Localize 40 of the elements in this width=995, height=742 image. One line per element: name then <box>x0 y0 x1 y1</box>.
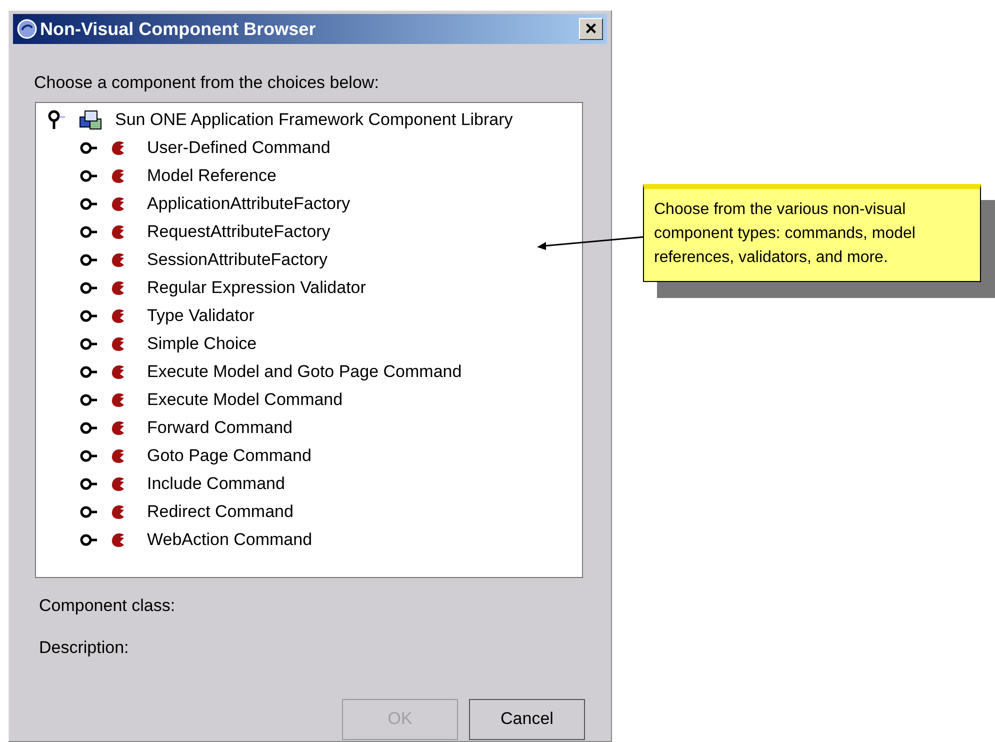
close-button[interactable]: × <box>579 18 603 40</box>
bean-icon <box>111 420 125 436</box>
tree-item[interactable]: Goto Page Command <box>147 442 312 468</box>
bean-icon <box>111 280 125 296</box>
window-title: Non-Visual Component Browser <box>40 18 317 41</box>
tree-item[interactable]: Simple Choice <box>147 330 257 356</box>
bean-icon <box>111 224 125 240</box>
tree-item[interactable]: Execute Model and Goto Page Command <box>147 358 462 384</box>
bean-icon <box>111 504 125 520</box>
library-icon <box>79 108 103 130</box>
field-label: Component class: <box>39 594 176 616</box>
tree-item[interactable]: Forward Command <box>147 414 292 440</box>
bean-icon <box>111 252 125 268</box>
tree-item[interactable]: Include Command <box>147 470 285 496</box>
tree-item[interactable]: User-Defined Command <box>147 134 330 160</box>
bean-icon <box>111 476 125 492</box>
expanded-handle-icon[interactable] <box>46 108 66 130</box>
bean-icon <box>111 364 125 380</box>
prompt-text: Choose a component from the choices below: <box>34 72 380 94</box>
dialog-button[interactable]: Cancel <box>469 698 585 740</box>
bean-icon <box>111 336 125 352</box>
bean-icon <box>111 308 125 324</box>
tree-item[interactable]: RequestAttributeFactory <box>147 218 330 244</box>
bean-icon <box>111 168 125 184</box>
tree-item[interactable]: SessionAttributeFactory <box>147 246 328 272</box>
tree-item[interactable]: WebAction Command <box>147 526 312 552</box>
bean-icon <box>111 140 125 156</box>
bean-icon <box>111 196 125 212</box>
bean-icon <box>111 448 125 464</box>
bean-icon <box>111 392 125 408</box>
tree-item[interactable]: Execute Model Command <box>147 386 343 412</box>
tree-item[interactable]: Model Reference <box>147 162 276 188</box>
app-icon <box>16 18 38 40</box>
tree-item[interactable]: Type Validator <box>147 302 254 328</box>
bean-icon <box>111 532 125 548</box>
tree-item[interactable]: Regular Expression Validator <box>147 274 366 300</box>
field-label: Description: <box>39 637 130 659</box>
tree-item[interactable]: Sun ONE Application Framework Component Library <box>115 106 513 132</box>
tree-item[interactable]: Redirect Command <box>147 498 294 524</box>
tree-item[interactable]: ApplicationAttributeFactory <box>147 190 350 216</box>
